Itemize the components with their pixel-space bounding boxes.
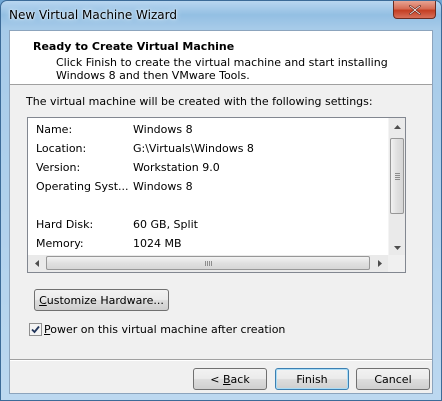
scroll-up-arrow-icon [394,124,401,129]
scrollbar-corner [388,255,405,272]
scroll-down-arrow-icon [394,245,401,250]
power-on-checkbox[interactable] [29,323,42,336]
scroll-left-arrow-icon [34,260,39,267]
vertical-scroll-thumb[interactable] [390,138,404,214]
accelerator-key: C [39,293,47,307]
setting-value: 60 GB, Split [133,218,198,231]
setting-value: Windows 8 [133,180,193,193]
settings-summary-label: The virtual machine will be created with… [26,95,373,108]
wizard-content: Ready to Create Virtual Machine Click Fi… [9,30,433,394]
settings-list[interactable]: Name: Windows 8 Location: G:\Virtuals\Wi… [27,117,406,273]
label-suffix: ack [230,372,250,386]
back-button[interactable]: < Back [193,368,267,390]
customize-hardware-label: Customize Hardware... [39,294,164,307]
thumb-grip-line [205,261,206,266]
setting-value: 1024 MB [133,237,182,250]
setting-key: Name: [36,123,73,136]
title-bar[interactable]: New Virtual Machine Wizard [1,1,441,30]
page-title: Ready to Create Virtual Machine [33,40,235,53]
finish-button[interactable]: Finish [275,368,349,390]
thumb-grip-line [209,261,210,266]
footer-divider [10,359,432,361]
label-suffix: ustomize Hardware... [46,293,164,307]
vertical-scrollbar[interactable] [388,118,405,256]
back-label: < Back [210,373,249,386]
accelerator-key: B [223,372,231,386]
setting-value: Windows 8 [133,123,193,136]
scroll-down-button[interactable] [389,239,406,256]
setting-value: G:\Virtuals\Windows 8 [133,142,254,155]
horizontal-scroll-thumb[interactable] [46,256,370,270]
thumb-grip-line [211,261,212,266]
close-icon [409,5,421,15]
wizard-window: New Virtual Machine Wizard Ready to Crea… [0,0,442,401]
thumb-grip-line [395,177,400,178]
scroll-right-button[interactable] [371,255,388,272]
customize-hardware-button[interactable]: Customize Hardware... [34,289,169,311]
setting-key: Operating Syst... [36,180,129,193]
power-on-label[interactable]: Power on this virtual machine after crea… [44,323,285,336]
window-title: New Virtual Machine Wizard [9,8,177,22]
setting-key: Memory: [36,237,84,250]
setting-key: Location: [36,142,87,155]
thumb-grip-line [207,261,208,266]
close-button[interactable] [393,1,436,19]
setting-key: Version: [36,161,81,174]
thumb-grip-line [395,173,400,174]
cancel-button[interactable]: Cancel [356,368,430,390]
label-prefix: < [210,372,223,386]
setting-key: Hard Disk: [36,218,94,231]
page-description: Click Finish to create the virtual machi… [56,56,388,82]
scroll-left-button[interactable] [28,255,45,272]
wizard-header: Ready to Create Virtual Machine Click Fi… [10,31,432,85]
setting-value: Workstation 9.0 [133,161,220,174]
horizontal-scrollbar[interactable] [28,255,388,272]
scroll-up-button[interactable] [389,118,406,135]
checkmark-icon [31,325,40,334]
thumb-grip-line [395,175,400,176]
settings-rows: Name: Windows 8 Location: G:\Virtuals\Wi… [28,118,390,256]
scroll-right-arrow-icon [377,260,382,267]
thumb-grip-line [395,179,400,180]
label-rest: ower on this virtual machine after creat… [50,323,286,336]
